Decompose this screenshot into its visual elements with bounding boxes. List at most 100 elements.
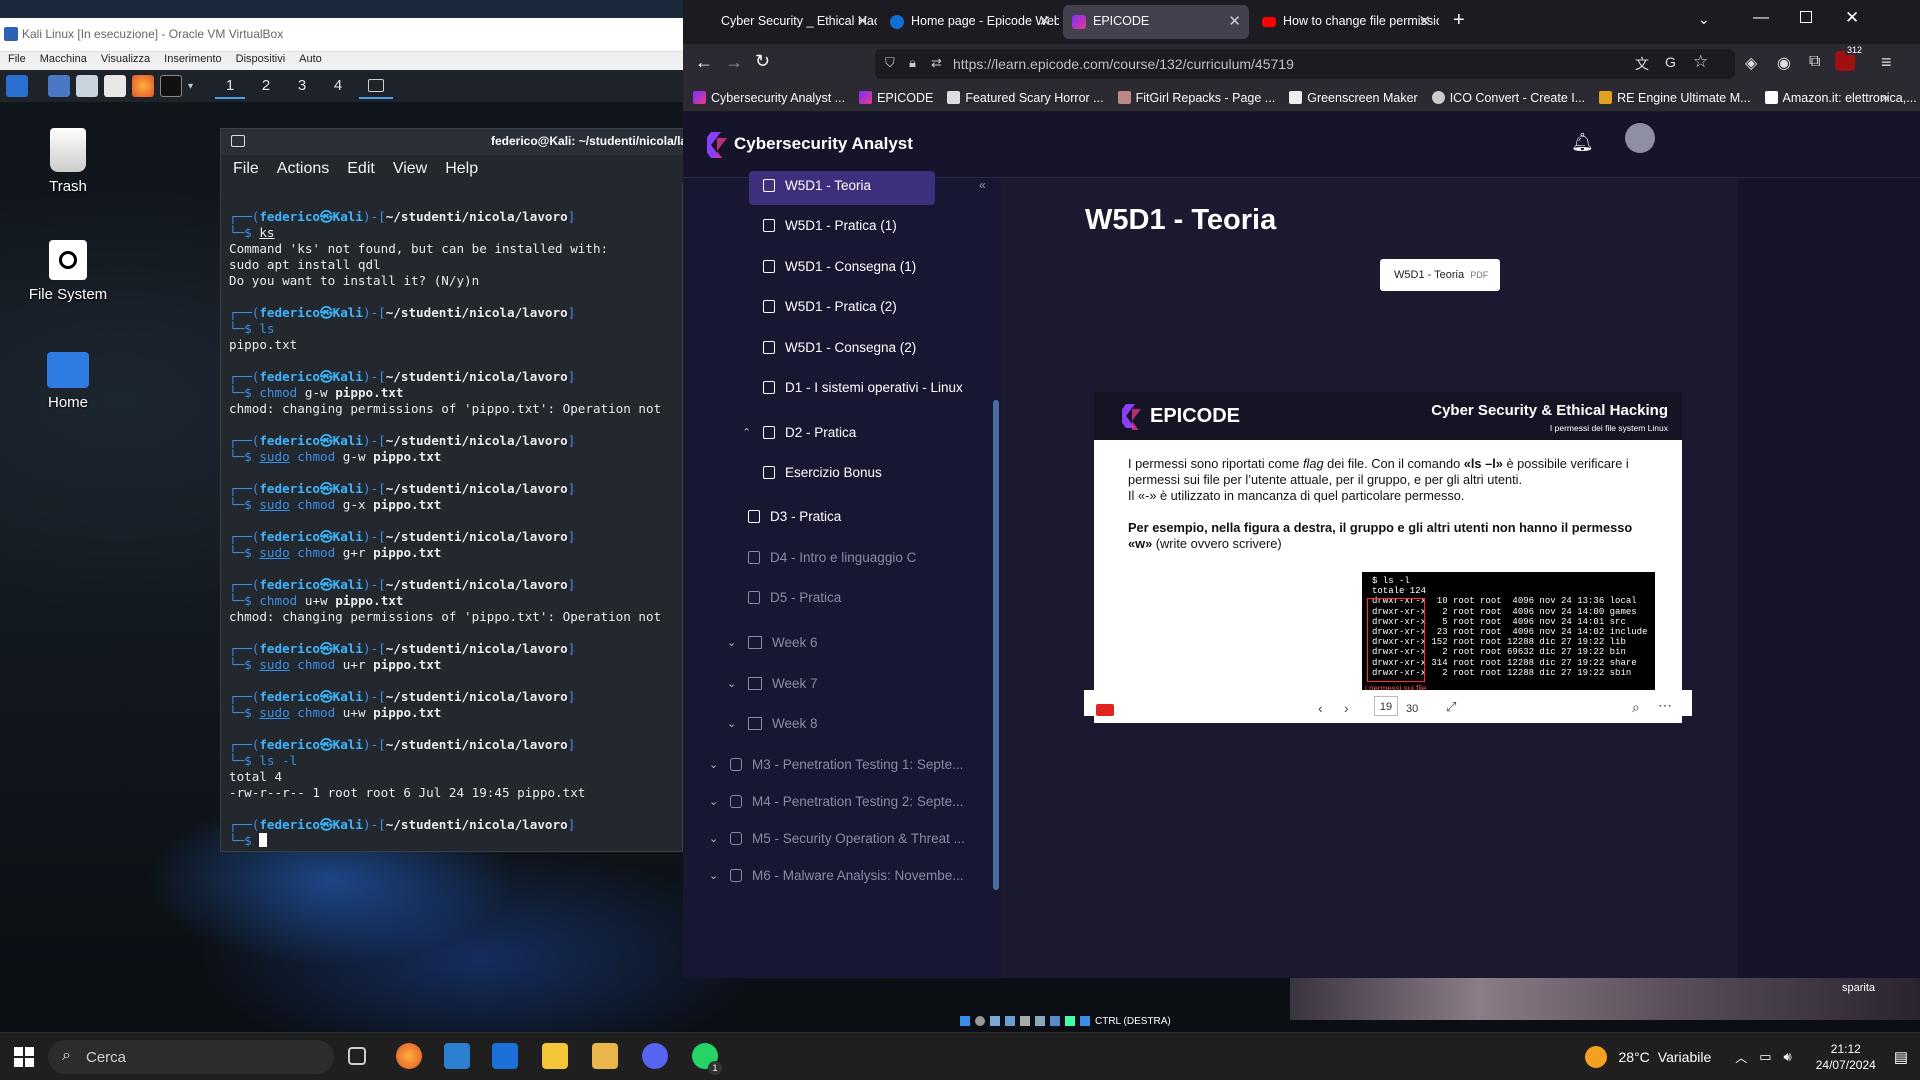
collapse-sidebar-icon[interactable]: « bbox=[979, 178, 986, 192]
terminal-menu-edit[interactable]: Edit bbox=[347, 160, 375, 178]
curriculum-item[interactable]: W5D1 - Pratica (1) bbox=[763, 218, 897, 233]
vbox-usb-icon[interactable] bbox=[1020, 1016, 1030, 1026]
curriculum-item[interactable]: D1 - I sistemi operativi - Linux bbox=[763, 380, 963, 395]
terminal-menu-help[interactable]: Help bbox=[445, 160, 478, 178]
close-icon[interactable]: ✕ bbox=[1038, 12, 1051, 30]
vbox-menu-file[interactable]: File bbox=[8, 53, 26, 69]
new-tab-icon[interactable]: + bbox=[1453, 9, 1465, 32]
vbox-mouse-icon[interactable] bbox=[1080, 1016, 1090, 1026]
minimize-icon[interactable]: — bbox=[1753, 9, 1769, 27]
taskbar-search[interactable]: ⌕ Cerca bbox=[48, 1040, 334, 1074]
desktop-icon-trash[interactable]: Trash bbox=[13, 128, 123, 195]
vbox-menu-help[interactable]: Auto bbox=[299, 53, 322, 69]
avatar[interactable] bbox=[1625, 123, 1655, 153]
weather-desc[interactable]: Variabile bbox=[1658, 1049, 1711, 1065]
terminal-menu-view[interactable]: View bbox=[393, 160, 427, 178]
chevron-down-icon[interactable]: ⌄ bbox=[727, 636, 739, 649]
permissions-icon[interactable]: ⇄ bbox=[931, 55, 942, 71]
firefox-icon[interactable] bbox=[132, 75, 154, 97]
next-page-icon[interactable]: › bbox=[1344, 700, 1349, 716]
taskbar-discord-icon[interactable] bbox=[642, 1043, 668, 1069]
desktop-icon-home[interactable]: Home bbox=[13, 352, 123, 411]
vbox-audio-icon[interactable] bbox=[990, 1016, 1000, 1026]
sidebar-scrollbar[interactable] bbox=[993, 400, 999, 890]
kali-menu-icon[interactable] bbox=[6, 75, 28, 97]
curriculum-item[interactable]: ⌄ M6 - Malware Analysis: Novembe... bbox=[709, 868, 964, 883]
vbox-capture-icon[interactable] bbox=[1065, 1016, 1075, 1026]
weather-temp[interactable]: 28°C bbox=[1619, 1049, 1650, 1065]
notifications-icon[interactable]: ▤ bbox=[1894, 1048, 1908, 1066]
more-bookmarks-icon[interactable]: » bbox=[1881, 89, 1889, 105]
chevron-up-icon[interactable]: ︿ bbox=[1735, 1049, 1747, 1066]
close-icon[interactable]: ✕ bbox=[1418, 12, 1431, 30]
curriculum-item[interactable]: W5D1 - Pratica (2) bbox=[763, 299, 897, 314]
bookmark-cybersecurity[interactable]: Cybersecurity Analyst ... bbox=[693, 89, 845, 106]
taskbar-virtualbox-icon[interactable] bbox=[444, 1043, 470, 1069]
tab-cyber-security[interactable]: Cyber Security _ Ethical Hacking - M✕ bbox=[691, 5, 877, 39]
desktop-icon-filesystem[interactable]: File System bbox=[13, 240, 123, 303]
menu-icon[interactable]: ≡ bbox=[1881, 52, 1892, 73]
vbox-shared-icon[interactable] bbox=[1035, 1016, 1045, 1026]
site-brand[interactable]: Cybersecurity Analyst bbox=[734, 134, 913, 154]
show-desktop-icon[interactable] bbox=[48, 75, 70, 97]
curriculum-item[interactable]: W5D1 - Consegna (1) bbox=[763, 259, 916, 274]
curriculum-item[interactable]: D5 - Pratica bbox=[748, 590, 841, 605]
page-number-input[interactable]: 19 bbox=[1374, 696, 1398, 716]
terminal-menu-actions[interactable]: Actions bbox=[277, 160, 329, 178]
vbox-hdd-icon[interactable] bbox=[960, 1016, 970, 1026]
prev-page-icon[interactable]: ‹ bbox=[1318, 700, 1323, 716]
curriculum-item[interactable]: D3 - Pratica bbox=[748, 509, 841, 524]
attachment-button[interactable]: W5D1 - Teoria PDF bbox=[1380, 259, 1500, 291]
epicode-logo-icon[interactable] bbox=[707, 132, 727, 158]
taskbar-explorer-icon[interactable] bbox=[542, 1043, 568, 1069]
text-editor-icon[interactable] bbox=[104, 75, 126, 97]
curriculum-item[interactable]: ⌄ M5 - Security Operation & Threat ... bbox=[709, 831, 965, 846]
translate-page-icon[interactable]: G bbox=[1665, 54, 1676, 70]
close-icon[interactable]: ✕ bbox=[856, 12, 869, 30]
tab-youtube[interactable]: How to change file permission ✕ bbox=[1253, 5, 1439, 39]
bookmark-horror[interactable]: Featured Scary Horror ... bbox=[947, 89, 1104, 106]
network-icon[interactable]: ▭ bbox=[1759, 1049, 1771, 1065]
url-bar[interactable]: ⛉ 🔒︎ ⇄ https://learn.epicode.com/course/… bbox=[875, 49, 1735, 79]
chevron-down-icon[interactable]: ⌄ bbox=[709, 758, 721, 771]
curriculum-item[interactable]: ⌄ Week 8 bbox=[727, 716, 818, 731]
account-icon[interactable]: ◉ bbox=[1777, 53, 1791, 73]
file-manager-icon[interactable] bbox=[76, 75, 98, 97]
chevron-down-icon[interactable]: ▾ bbox=[188, 81, 193, 92]
curriculum-item[interactable]: D4 - Intro e linguaggio C bbox=[748, 550, 916, 565]
vbox-network-icon[interactable] bbox=[1005, 1016, 1015, 1026]
windows-start-icon[interactable] bbox=[14, 1047, 34, 1067]
tab-webex[interactable]: Home page - Epicode WebEx E✕ bbox=[881, 5, 1059, 39]
workspace-4[interactable]: 4 bbox=[323, 73, 353, 99]
lock-icon[interactable]: 🔒︎ bbox=[909, 55, 916, 71]
chevron-up-icon[interactable]: ⌃ bbox=[742, 426, 754, 439]
vbox-menu-devices[interactable]: Dispositivi bbox=[236, 53, 286, 69]
bookmark-star-icon[interactable]: ☆ bbox=[1693, 52, 1708, 72]
volume-icon[interactable]: 🔊︎ bbox=[1784, 1049, 1792, 1065]
curriculum-item[interactable]: Esercizio Bonus bbox=[763, 465, 882, 480]
curriculum-item[interactable]: ⌄ Week 6 bbox=[727, 635, 818, 650]
more-options-icon[interactable]: ⋯ bbox=[1658, 697, 1672, 714]
bookmark-fitgirl[interactable]: FitGirl Repacks - Page ... bbox=[1117, 89, 1275, 106]
pocket-icon[interactable]: ◈ bbox=[1745, 53, 1757, 73]
bookmark-ico-convert[interactable]: ICO Convert - Create I... bbox=[1431, 89, 1585, 106]
close-icon[interactable]: ✕ bbox=[1228, 12, 1241, 30]
search-icon[interactable]: ⌕ bbox=[1632, 699, 1640, 716]
bookmark-re-engine[interactable]: RE Engine Ultimate M... bbox=[1599, 89, 1751, 106]
shield-icon[interactable]: ⛉ bbox=[885, 55, 895, 71]
vbox-cd-icon[interactable] bbox=[975, 1016, 985, 1026]
curriculum-item[interactable]: W5D1 - Consegna (2) bbox=[763, 340, 916, 355]
workspace-1[interactable]: 1 bbox=[215, 73, 246, 99]
vbox-menu-input[interactable]: Inserimento bbox=[164, 53, 221, 69]
curriculum-item[interactable]: ⌄ M4 - Penetration Testing 2: Septe... bbox=[709, 794, 963, 809]
taskbar-mail-icon[interactable] bbox=[492, 1043, 518, 1069]
terminal-titlebar[interactable]: federico@Kali: ~/studenti/nicola/lavoro bbox=[221, 129, 684, 155]
taskbar-firefox-icon[interactable] bbox=[396, 1043, 422, 1069]
chevron-down-icon[interactable]: ⌄ bbox=[727, 717, 739, 730]
extensions-icon[interactable]: ⧉ bbox=[1809, 53, 1820, 71]
workspace-3[interactable]: 3 bbox=[287, 73, 317, 99]
vbox-display-icon[interactable] bbox=[1050, 1016, 1060, 1026]
taskbar-terminal-window[interactable] bbox=[359, 73, 394, 99]
back-icon[interactable]: ← bbox=[695, 52, 713, 73]
close-window-icon[interactable]: ✕ bbox=[1845, 8, 1859, 28]
